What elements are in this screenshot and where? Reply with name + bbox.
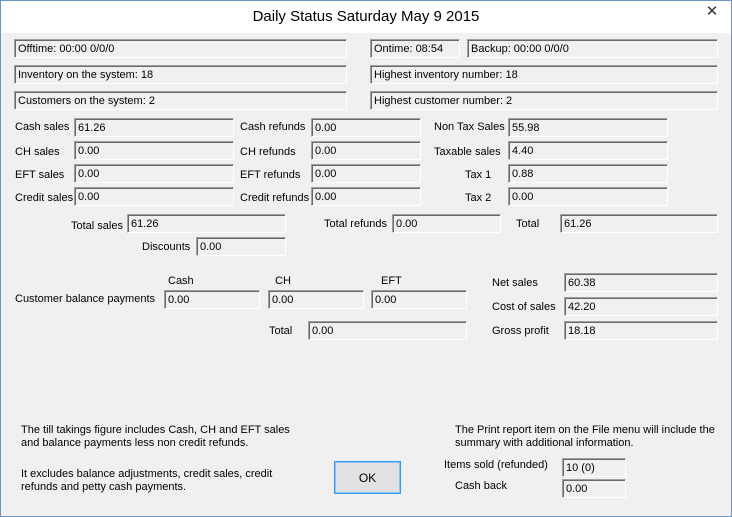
excludes-note: It excludes balance adjustments, credit … <box>21 468 273 493</box>
dialog-content: Offtime: 00:00 0/0/0 Ontime: 08:54 Backu… <box>3 33 729 514</box>
total-sales-field: 61.26 <box>127 214 286 233</box>
cash-back-field: 0.00 <box>562 479 626 498</box>
items-sold-field: 10 (0) <box>562 458 626 477</box>
ontime-field: Ontime: 08:54 <box>370 39 460 58</box>
discounts-label: Discounts <box>142 241 191 253</box>
customers-field: Customers on the system: 2 <box>14 91 347 110</box>
highest-customer-field: Highest customer number: 2 <box>370 91 718 110</box>
takings-note: The till takings figure includes Cash, C… <box>21 424 290 449</box>
taxable-sales-label: Taxable sales <box>434 146 501 158</box>
non-tax-sales-field: 55.98 <box>508 118 668 137</box>
title-bar: Daily Status Saturday May 9 2015 ✕ <box>1 1 731 33</box>
cost-of-sales-field: 42.20 <box>564 297 718 316</box>
discounts-field: 0.00 <box>196 237 286 256</box>
eft-refunds-field: 0.00 <box>311 164 421 183</box>
ch-refunds-field: 0.00 <box>311 141 421 160</box>
gross-profit-field: 18.18 <box>564 321 718 340</box>
print-report-note: The Print report item on the File menu w… <box>455 424 715 449</box>
credit-sales-field: 0.00 <box>74 187 234 206</box>
offtime-field: Offtime: 00:00 0/0/0 <box>14 39 347 58</box>
net-sales-label: Net sales <box>492 277 538 289</box>
balance-eft-header: EFT <box>381 275 402 287</box>
ch-sales-field: 0.00 <box>74 141 234 160</box>
dialog-title: Daily Status Saturday May 9 2015 <box>252 8 480 25</box>
balance-cash-header: Cash <box>168 275 194 287</box>
balance-eft-field: 0.00 <box>371 290 467 309</box>
balance-cash-field: 0.00 <box>164 290 260 309</box>
balance-ch-field: 0.00 <box>268 290 364 309</box>
taxable-sales-field: 4.40 <box>508 141 668 160</box>
gross-profit-label: Gross profit <box>492 325 549 337</box>
tax2-label: Tax 2 <box>465 192 492 204</box>
highest-inventory-field: Highest inventory number: 18 <box>370 65 718 84</box>
customer-balance-payments-label: Customer balance payments <box>15 293 156 305</box>
ch-sales-label: CH sales <box>15 146 60 158</box>
tax1-field: 0.88 <box>508 164 668 183</box>
cash-sales-field: 61.26 <box>74 118 234 137</box>
ch-refunds-label: CH refunds <box>240 146 296 158</box>
eft-sales-label: EFT sales <box>15 169 65 181</box>
close-icon[interactable]: ✕ <box>695 1 729 23</box>
items-sold-label: Items sold (refunded) <box>444 459 548 471</box>
cash-refunds-label: Cash refunds <box>240 121 306 133</box>
tax2-field: 0.00 <box>508 187 668 206</box>
balance-ch-header: CH <box>275 275 291 287</box>
tax1-label: Tax 1 <box>465 169 492 181</box>
total-field: 61.26 <box>560 214 718 233</box>
credit-refunds-field: 0.00 <box>311 187 421 206</box>
eft-refunds-label: EFT refunds <box>240 169 301 181</box>
cash-sales-label: Cash sales <box>15 121 70 133</box>
total-sales-label: Total sales <box>71 220 123 232</box>
non-tax-sales-label: Non Tax Sales <box>434 121 505 133</box>
credit-sales-label: Credit sales <box>15 192 74 204</box>
total-refunds-field: 0.00 <box>392 214 501 233</box>
eft-sales-field: 0.00 <box>74 164 234 183</box>
ok-button[interactable]: OK <box>334 461 401 494</box>
cost-of-sales-label: Cost of sales <box>492 301 556 313</box>
total-refunds-label: Total refunds <box>324 218 387 230</box>
daily-status-dialog: Daily Status Saturday May 9 2015 ✕ Offti… <box>0 0 732 517</box>
balance-total-label: Total <box>269 325 293 337</box>
cash-refunds-field: 0.00 <box>311 118 421 137</box>
credit-refunds-label: Credit refunds <box>240 192 310 204</box>
inventory-field: Inventory on the system: 18 <box>14 65 347 84</box>
balance-total-field: 0.00 <box>308 321 467 340</box>
total-label: Total <box>516 218 540 230</box>
backup-field: Backup: 00:00 0/0/0 <box>467 39 718 58</box>
net-sales-field: 60.38 <box>564 273 718 292</box>
cash-back-label: Cash back <box>455 480 507 492</box>
